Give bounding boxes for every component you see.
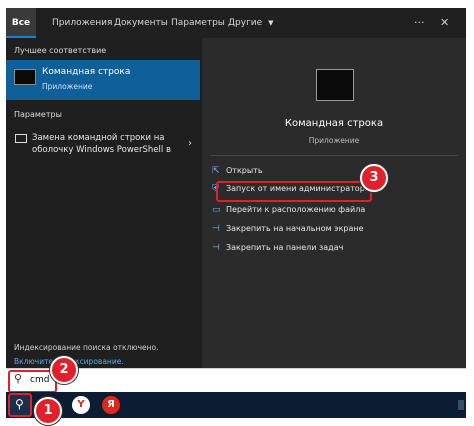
action-open-file-location-label: Перейти к расположению файла <box>226 205 366 214</box>
step-1-badge: 1 <box>34 397 62 425</box>
tab-more-label: Другие <box>228 18 263 28</box>
filter-tabs: Все Приложения Документы Параметры Други… <box>6 8 466 38</box>
tab-apps[interactable]: Приложения <box>52 8 112 38</box>
command-prompt-icon <box>14 69 36 85</box>
search-taskbar-icon: ⚲ <box>15 397 24 411</box>
action-open[interactable]: ⇱ Открыть <box>212 163 263 179</box>
best-match-heading: Лучшее соответствие <box>14 46 107 55</box>
pin-icon: ⊣ <box>212 224 220 234</box>
settings-heading: Параметры <box>14 110 62 119</box>
folder-icon: ▭ <box>212 205 221 215</box>
tab-all[interactable]: Все <box>6 8 36 38</box>
tab-more[interactable]: Другие ▼ <box>228 8 273 38</box>
chevron-right-icon: › <box>188 138 192 149</box>
chevron-down-icon: ▼ <box>268 19 274 27</box>
more-options-icon[interactable]: ··· <box>414 8 425 38</box>
preview-panel: Командная строка Приложение ⇱ Открыть ⛨ За… <box>202 38 466 368</box>
action-open-label: Открыть <box>226 166 263 175</box>
screenshot-frame: Все Приложения Документы Параметры Други… <box>0 0 474 426</box>
action-pin-taskbar[interactable]: ⊣ Закрепить на панели задач <box>212 240 343 256</box>
taskbar: ⚲ Y Я <box>6 392 466 418</box>
pin-taskbar-icon: ⊣ <box>212 243 220 253</box>
search-button[interactable]: ⚲ <box>8 393 32 417</box>
settings-result-item[interactable]: Замена командной строки на оболочку Wind… <box>6 126 200 166</box>
best-match-title: Командная строка <box>42 67 131 77</box>
preview-subtitle: Приложение <box>308 136 360 145</box>
settings-result-line2: оболочку Windows PowerShell в <box>32 145 171 155</box>
yandex-browser-icon[interactable]: Y <box>72 396 90 414</box>
preview-title: Командная строка <box>284 118 384 129</box>
yandex-icon[interactable]: Я <box>102 396 120 414</box>
best-match-subtitle: Приложение <box>42 82 93 91</box>
action-pin-taskbar-label: Закрепить на панели задач <box>226 243 344 252</box>
highlight-run-as-admin <box>216 181 372 202</box>
step-3-badge: 3 <box>360 164 388 192</box>
monitor-icon <box>15 134 27 143</box>
index-notice: Индексирование поиска отключено. <box>14 343 159 352</box>
step-2-badge: 2 <box>50 356 78 384</box>
best-match-item[interactable]: Командная строка Приложение <box>6 60 200 100</box>
command-prompt-large-icon <box>316 69 354 101</box>
results-panel: Лучшее соответствие Командная строка При… <box>6 38 202 368</box>
preview-divider <box>210 155 458 156</box>
tab-documents[interactable]: Документы <box>114 8 168 38</box>
tab-settings[interactable]: Параметры <box>171 8 225 38</box>
start-search-window: Все Приложения Документы Параметры Други… <box>6 8 466 368</box>
action-pin-start-label: Закрепить на начальном экране <box>226 224 364 233</box>
action-open-file-location[interactable]: ▭ Перейти к расположению файла <box>212 202 365 218</box>
taskbar-corner <box>458 400 464 410</box>
settings-result-text: Замена командной строки на оболочку Wind… <box>32 132 182 156</box>
action-pin-start[interactable]: ⊣ Закрепить на начальном экране <box>212 221 364 237</box>
close-icon[interactable]: ✕ <box>440 8 449 38</box>
settings-result-line1: Замена командной строки на <box>32 133 165 143</box>
open-icon: ⇱ <box>212 166 220 176</box>
